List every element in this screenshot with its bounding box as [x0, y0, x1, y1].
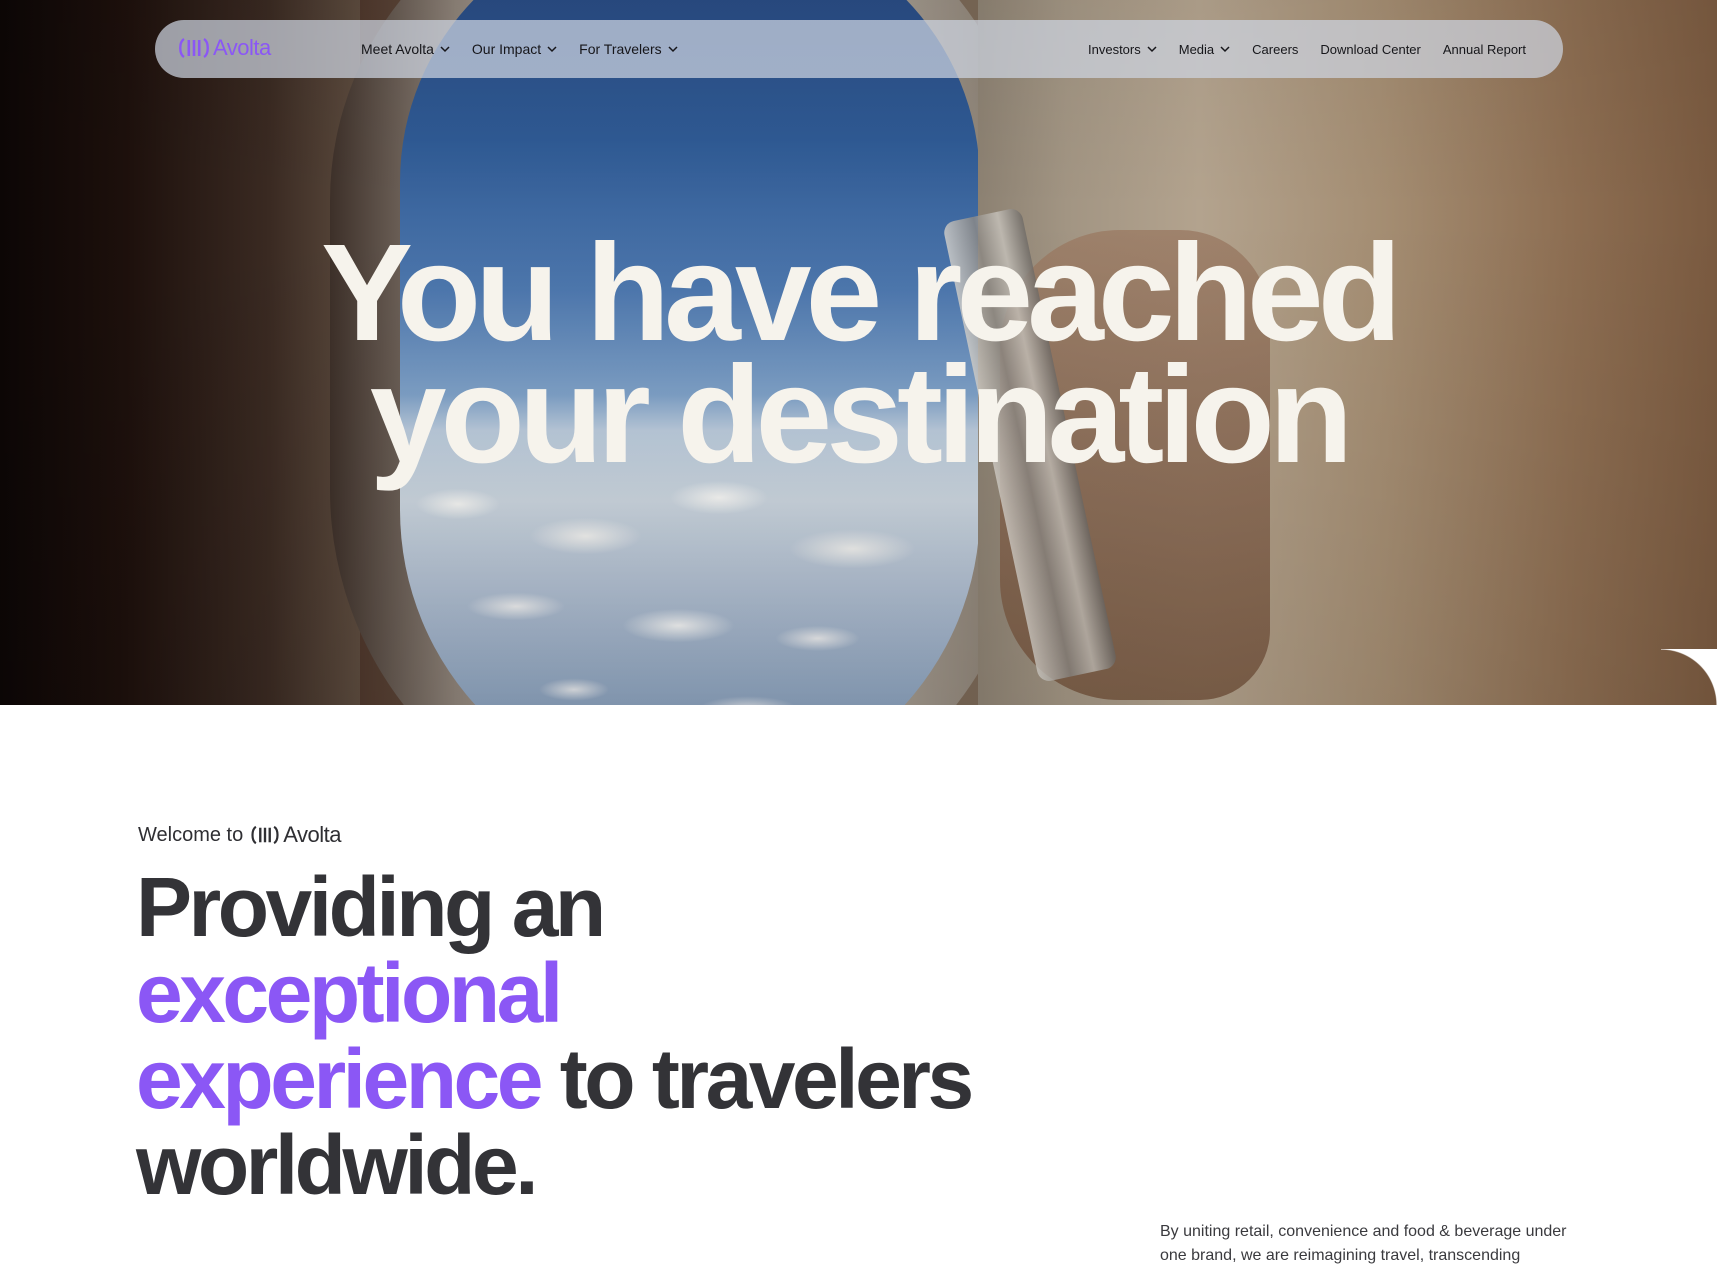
headline-part-2: to travelers	[559, 1032, 974, 1126]
top-navigation-bar: Avolta Meet Avolta Our Impact For Travel…	[155, 20, 1563, 78]
avolta-logo-text: Avolta	[213, 35, 271, 60]
nav-item-label: For Travelers	[579, 41, 662, 57]
avolta-logo-icon	[179, 37, 209, 59]
chevron-down-icon	[1220, 46, 1230, 53]
nav-item-for-travelers[interactable]: For Travelers	[579, 41, 678, 57]
chevron-down-icon	[440, 46, 450, 53]
nav-item-label: Our Impact	[471, 41, 542, 57]
hero-title-line-1: You have reached	[321, 216, 1402, 370]
headline-accent-1: exceptional	[136, 946, 563, 1040]
nav-item-annual-report[interactable]: Annual Report	[1443, 42, 1526, 57]
section-corner-curve	[1661, 649, 1717, 705]
chevron-down-icon	[668, 46, 678, 53]
chevron-down-icon	[1147, 46, 1157, 53]
nav-item-download-center[interactable]: Download Center	[1320, 42, 1420, 57]
nav-item-careers[interactable]: Careers	[1252, 42, 1298, 57]
welcome-prefix: Welcome to	[138, 823, 244, 846]
welcome-brand-text: Avolta	[283, 822, 341, 847]
nav-primary-menu: Meet Avolta Our Impact For Travelers	[361, 20, 678, 78]
hero-section: You have reached your destination	[0, 0, 1717, 705]
nav-item-our-impact[interactable]: Our Impact	[472, 41, 557, 57]
nav-item-media[interactable]: Media	[1179, 42, 1230, 57]
avolta-logo-link[interactable]: Avolta	[177, 35, 271, 61]
nav-item-label: Annual Report	[1442, 41, 1526, 57]
hero-title: You have reached your destination	[0, 216, 1717, 492]
nav-item-label: Careers	[1252, 41, 1299, 57]
nav-item-label: Investors	[1088, 41, 1141, 57]
headline-part-3: worldwide.	[136, 1118, 539, 1212]
avolta-logo-icon	[251, 825, 279, 845]
welcome-eyebrow: Welcome to Avolta	[138, 822, 341, 848]
section-headline: Providing an exceptional experience to t…	[136, 864, 1036, 1208]
nav-item-label: Download Center	[1320, 41, 1421, 57]
headline-accent-2: experience	[136, 1032, 543, 1126]
intro-paragraph: By uniting retail, convenience and food …	[1160, 1223, 1567, 1264]
welcome-brand: Avolta	[249, 822, 341, 848]
nav-item-investors[interactable]: Investors	[1088, 42, 1157, 57]
nav-secondary-menu: Investors Media Careers Download Center …	[1088, 20, 1526, 78]
nav-item-label: Meet Avolta	[361, 41, 434, 57]
hero-title-line-2: your destination	[369, 338, 1353, 492]
headline-part-1: Providing an	[136, 860, 606, 954]
chevron-down-icon	[547, 46, 557, 53]
nav-item-meet-avolta[interactable]: Meet Avolta	[361, 41, 450, 57]
nav-item-label: Media	[1178, 41, 1215, 57]
